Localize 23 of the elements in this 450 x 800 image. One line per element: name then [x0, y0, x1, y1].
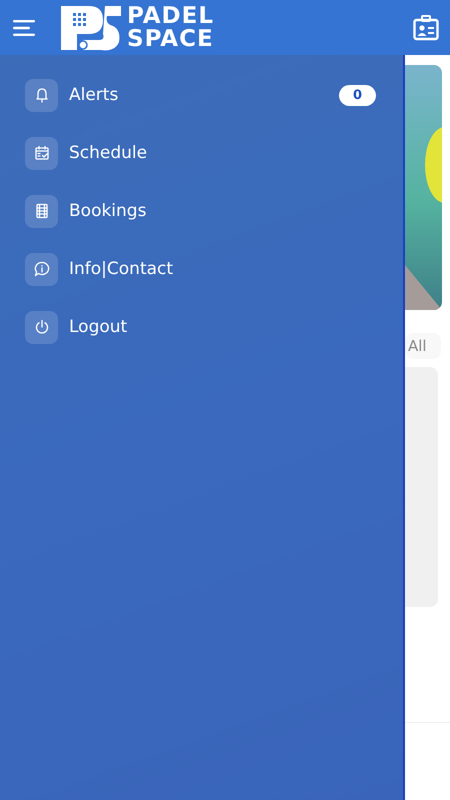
- menu-item[interactable]: Schedule: [25, 137, 376, 169]
- menu-item[interactable]: Logout: [25, 311, 376, 343]
- brand-name: SPACE: [127, 28, 214, 50]
- film-icon: [25, 194, 58, 228]
- menu-label: Info|Contact: [69, 259, 174, 279]
- menu-label: Alerts: [69, 85, 118, 105]
- info-chat-icon: [25, 252, 58, 286]
- menu-label: Bookings: [69, 201, 146, 221]
- bell-icon: [25, 78, 58, 112]
- menu-item[interactable]: Bookings: [25, 195, 376, 227]
- menu-label: Logout: [69, 317, 128, 337]
- calendar-icon: [25, 136, 58, 170]
- menu-item[interactable]: Alerts 0: [25, 79, 376, 111]
- brand-name: PADEL: [127, 4, 214, 28]
- logo-icon: [59, 4, 121, 52]
- menu-item[interactable]: Info|Contact: [25, 253, 376, 285]
- filter-chip[interactable]: All: [405, 333, 441, 359]
- power-icon: [25, 310, 58, 344]
- count-badge: 0: [339, 84, 376, 106]
- id-card-icon: [413, 14, 439, 40]
- menu-icon: [13, 20, 35, 36]
- menu-label: Schedule: [69, 143, 148, 163]
- profile-card-button[interactable]: [412, 14, 440, 42]
